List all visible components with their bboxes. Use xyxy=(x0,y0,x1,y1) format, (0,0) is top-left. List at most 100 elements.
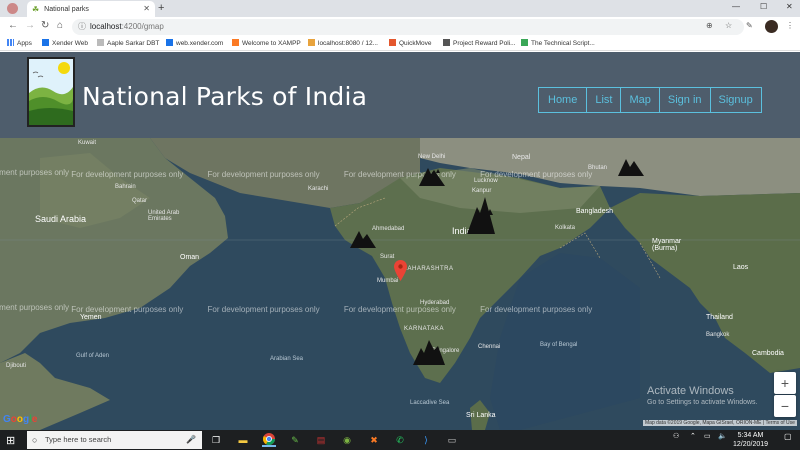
tab-title: National parks xyxy=(44,5,89,13)
xender-icon xyxy=(166,39,173,46)
new-tab-icon[interactable]: + xyxy=(158,2,164,14)
xampp-taskbar-icon[interactable]: ✖ xyxy=(367,433,381,447)
activate-subtitle: Go to Settings to activate Windows. xyxy=(647,399,758,406)
bookmark-quickmove[interactable]: QuickMove xyxy=(389,39,432,47)
map-label: Kolkata xyxy=(555,225,576,231)
map-label: Nepal xyxy=(512,154,531,161)
notepad-plus-icon[interactable]: ✎ xyxy=(288,433,302,447)
clock-date: 12/20/2019 xyxy=(733,441,769,448)
park-marker-icon[interactable] xyxy=(349,227,377,249)
site-info-icon[interactable]: ⓘ xyxy=(78,19,86,35)
map-label: Cambodia xyxy=(752,350,784,357)
google-logo[interactable]: Google xyxy=(3,414,37,425)
map-label: Laos xyxy=(733,264,749,271)
park-landscape-icon xyxy=(29,59,73,125)
map-label: Bangladesh xyxy=(576,208,613,215)
page-title: National Parks of India xyxy=(82,82,368,111)
clock-time: 5:34 AM xyxy=(737,432,764,439)
bookmark-xampp[interactable]: Welcome to XAMPP xyxy=(232,39,301,47)
map-label: Thailand xyxy=(706,314,733,321)
nav-list[interactable]: List xyxy=(587,88,622,112)
home-icon[interactable]: ⌂ xyxy=(57,20,63,31)
search-placeholder: Type here to search xyxy=(45,435,112,444)
whatsapp-icon[interactable]: ✆ xyxy=(393,433,407,447)
browser-menu-icon[interactable] xyxy=(7,3,18,14)
taskbar-clock[interactable]: 5:34 AM 12/20/2019 xyxy=(733,431,768,449)
file-explorer-icon[interactable]: ▬ xyxy=(236,433,250,447)
bookmark-localhost-8080[interactable]: localhost:8080 / 12... xyxy=(308,39,378,47)
bookmark-aaple-sarkar[interactable]: Aaple Sarkar DBT xyxy=(97,39,159,47)
android-studio-icon[interactable]: ◉ xyxy=(340,433,354,447)
back-icon[interactable]: ← xyxy=(8,20,18,31)
task-view-icon[interactable]: ❐ xyxy=(209,433,223,447)
zoom-out-button[interactable]: − xyxy=(774,395,796,417)
map-label: Yemen xyxy=(80,314,102,321)
tab-favicon-icon: ☘ xyxy=(32,4,40,14)
bookmark-star-icon[interactable]: ☆ xyxy=(725,21,732,30)
app-icon[interactable]: ▤ xyxy=(314,433,328,447)
park-marker-icon[interactable] xyxy=(617,155,645,177)
address-bar-row: ← → ↻ ⌂ ⓘ localhost:4200/gmap ⊕ ☆ ✎ ⋮ xyxy=(0,17,800,37)
xender-icon xyxy=(42,39,49,46)
bookmark-xender-web[interactable]: Xender Web xyxy=(42,39,88,47)
map-label: Lucknow xyxy=(474,178,498,184)
map-label: Bangkok xyxy=(706,332,730,338)
activate-windows-watermark: Activate Windows Go to Settings to activ… xyxy=(647,385,758,406)
browser-menu-dots-icon[interactable]: ⋮ xyxy=(786,21,794,30)
nav-sign-in[interactable]: Sign in xyxy=(659,88,711,112)
microphone-icon[interactable]: 🎤 xyxy=(186,431,196,449)
site-logo[interactable] xyxy=(27,57,75,127)
page-icon xyxy=(97,39,104,46)
map-label: Laccadive Sea xyxy=(410,400,450,406)
bookmark-web-xender[interactable]: web.xender.com xyxy=(166,39,223,47)
terminal-icon[interactable]: ▭ xyxy=(445,433,459,447)
park-marker-icon[interactable] xyxy=(412,338,446,366)
map-label: Arabian Sea xyxy=(270,356,304,362)
vscode-icon[interactable]: ⟩ xyxy=(419,433,433,447)
url-path: :4200/gmap xyxy=(121,22,164,31)
bookmark-technical-script[interactable]: The Technical Script... xyxy=(521,39,595,47)
nav-signup[interactable]: Signup xyxy=(710,88,761,112)
map-label: Saudi Arabia xyxy=(35,214,87,224)
chrome-icon[interactable] xyxy=(262,433,276,447)
reload-icon[interactable]: ↻ xyxy=(41,20,49,31)
page-icon xyxy=(443,39,450,46)
close-window-icon[interactable]: ✕ xyxy=(786,2,793,11)
zoom-in-button[interactable]: + xyxy=(774,372,796,394)
volume-icon[interactable]: 🔈 xyxy=(718,432,727,440)
taskbar-search-input[interactable]: ○ Type here to search 🎤 xyxy=(27,431,202,449)
maximize-icon[interactable]: ☐ xyxy=(760,2,767,11)
apps-grid-icon xyxy=(7,39,14,46)
url-input[interactable]: ⓘ localhost:4200/gmap xyxy=(72,19,744,35)
forward-icon[interactable]: → xyxy=(25,20,35,31)
profile-avatar[interactable] xyxy=(765,20,778,33)
notifications-icon[interactable]: ▢ xyxy=(784,432,792,441)
browser-tab[interactable]: ☘ National parks ✕ xyxy=(27,1,155,17)
map-label: Qatar xyxy=(132,198,148,204)
url-host: localhost xyxy=(90,22,122,31)
main-nav: Home List Map Sign in Signup xyxy=(538,87,762,113)
park-marker-icon[interactable] xyxy=(418,163,446,187)
extension-icon[interactable]: ✎ xyxy=(746,21,753,30)
people-icon[interactable]: ⚇ xyxy=(673,432,679,440)
bookmark-apps[interactable]: Apps xyxy=(7,39,32,47)
network-icon[interactable]: ▭ xyxy=(704,432,711,440)
bookmarks-bar: Apps Xender Web Aaple Sarkar DBT web.xen… xyxy=(0,37,800,51)
map-label: Karachi xyxy=(308,186,329,192)
zoom-icon[interactable]: ⊕ xyxy=(706,21,713,30)
quickmove-icon xyxy=(389,39,396,46)
nav-home[interactable]: Home xyxy=(539,88,588,112)
search-icon: ○ xyxy=(32,435,38,445)
bookmark-project-reward[interactable]: Project Reward Poli... xyxy=(443,39,516,47)
map-label: Myanmar (Burma) xyxy=(652,238,682,252)
park-marker-icon[interactable] xyxy=(465,195,497,235)
location-pin-icon[interactable] xyxy=(394,260,407,281)
app-header: National Parks of India Home List Map Si… xyxy=(0,52,800,138)
map-label: Bhutan xyxy=(588,165,608,171)
minimize-icon[interactable]: — xyxy=(732,2,740,11)
map-attribution[interactable]: Map data ©2019 Google, Mapa GISrael, ORI… xyxy=(643,420,797,426)
tab-close-icon[interactable]: ✕ xyxy=(143,4,150,13)
tray-expand-icon[interactable]: ⌃ xyxy=(690,432,696,440)
windows-start-icon[interactable]: ⊞ xyxy=(6,434,15,447)
nav-map[interactable]: Map xyxy=(621,88,660,112)
